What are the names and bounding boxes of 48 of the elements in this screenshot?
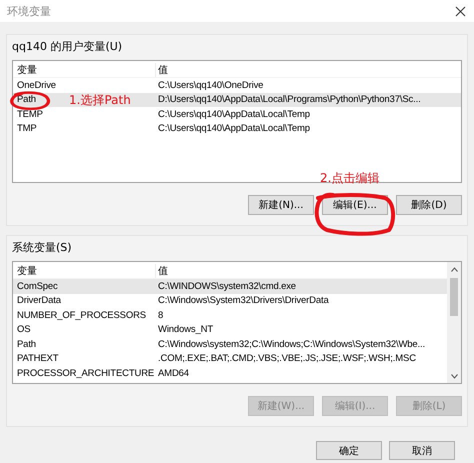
list-row[interactable]: OS Windows_NT bbox=[13, 322, 447, 337]
variable-value: C:\WINDOWS\system32\cmd.exe bbox=[158, 280, 296, 292]
group-label: 系统变量(S) bbox=[12, 240, 73, 255]
variable-name: PROCESSOR_ARCHITECTURE bbox=[17, 368, 154, 379]
dialog-button[interactable]: 确定 bbox=[316, 441, 382, 460]
list-row[interactable]: NUMBER_OF_PROCESSORS 8 bbox=[13, 308, 447, 322]
variable-value: D:\Users\qq140\AppData\Local\Programs\Python\Python37\Sc... bbox=[158, 94, 421, 106]
window-title: 环境变量 bbox=[7, 4, 51, 18]
variable-value: 8 bbox=[158, 310, 164, 321]
list-row[interactable]: PROCESSOR_ARCHITECTURE AMD64 bbox=[13, 366, 447, 380]
variable-name: TMP bbox=[17, 123, 37, 134]
dialog-button[interactable]: 取消 bbox=[389, 441, 455, 460]
group-label: qq140 的用户变量(U) bbox=[12, 39, 124, 54]
list-row[interactable]: TEMP C:\Users\qq140\AppData\Local\Temp bbox=[13, 107, 461, 122]
scrollbar[interactable] bbox=[447, 262, 461, 383]
variable-value: Windows_NT bbox=[158, 324, 213, 336]
action-button[interactable]: 删除(D) bbox=[396, 195, 462, 215]
variable-name: TEMP bbox=[17, 108, 43, 120]
variable-name: Path bbox=[17, 338, 36, 350]
variable-name: OS bbox=[17, 324, 30, 336]
variable-name: ComSpec bbox=[17, 280, 58, 292]
list-row[interactable]: Path C:\Windows\system32;C:\Windows;C:\Windows\System32\Wbe... bbox=[13, 337, 447, 352]
variable-name: PATHEXT bbox=[17, 353, 58, 364]
close-icon[interactable] bbox=[455, 6, 466, 16]
variable-value: C:\Users\qq140\OneDrive bbox=[158, 80, 264, 91]
column-header[interactable]: 变量 bbox=[13, 264, 156, 278]
variable-name: OneDrive bbox=[17, 80, 56, 91]
variable-value: C:\Windows\System32\Drivers\DriverData bbox=[158, 295, 329, 306]
column-header[interactable]: 值 bbox=[156, 264, 168, 278]
variable-name: Path bbox=[17, 94, 36, 106]
list-row[interactable]: ComSpec C:\WINDOWS\system32\cmd.exe bbox=[13, 279, 447, 294]
column-header[interactable]: 变量 bbox=[13, 62, 156, 76]
variable-value: C:\Users\qq140\AppData\Local\Temp bbox=[158, 108, 310, 120]
list-row[interactable]: OneDrive C:\Users\qq140\OneDrive bbox=[13, 78, 461, 92]
list-row[interactable]: DriverData C:\Windows\System32\Drivers\DriverData bbox=[13, 294, 447, 308]
list-row[interactable]: PATHEXT .COM;.EXE;.BAT;.CMD;.VBS;.VBE;.JS;.JSE;.WSF;.WSH;.MSC bbox=[13, 352, 447, 366]
list-row[interactable]: TMP C:\Users\qq140\AppData\Local\Temp bbox=[13, 122, 461, 136]
variable-list[interactable] bbox=[12, 261, 462, 384]
variable-name: NUMBER_OF_PROCESSORS bbox=[17, 310, 146, 321]
annotation-text: 1.选择Path bbox=[69, 92, 131, 109]
variable-value: AMD64 bbox=[158, 368, 189, 379]
scroll-thumb[interactable] bbox=[450, 278, 458, 316]
variable-value: C:\Users\qq140\AppData\Local\Temp bbox=[158, 123, 310, 134]
variable-value: C:\Windows\system32;C:\Windows;C:\Windows\System32\Wbe... bbox=[158, 338, 426, 350]
variable-name: DriverData bbox=[17, 295, 61, 306]
column-header[interactable]: 值 bbox=[156, 62, 168, 76]
variable-value: .COM;.EXE;.BAT;.CMD;.VBS;.VBE;.JS;.JSE;.WSF;.WSH;.MSC bbox=[158, 353, 416, 364]
action-button[interactable]: 新建(N)... bbox=[248, 195, 314, 215]
